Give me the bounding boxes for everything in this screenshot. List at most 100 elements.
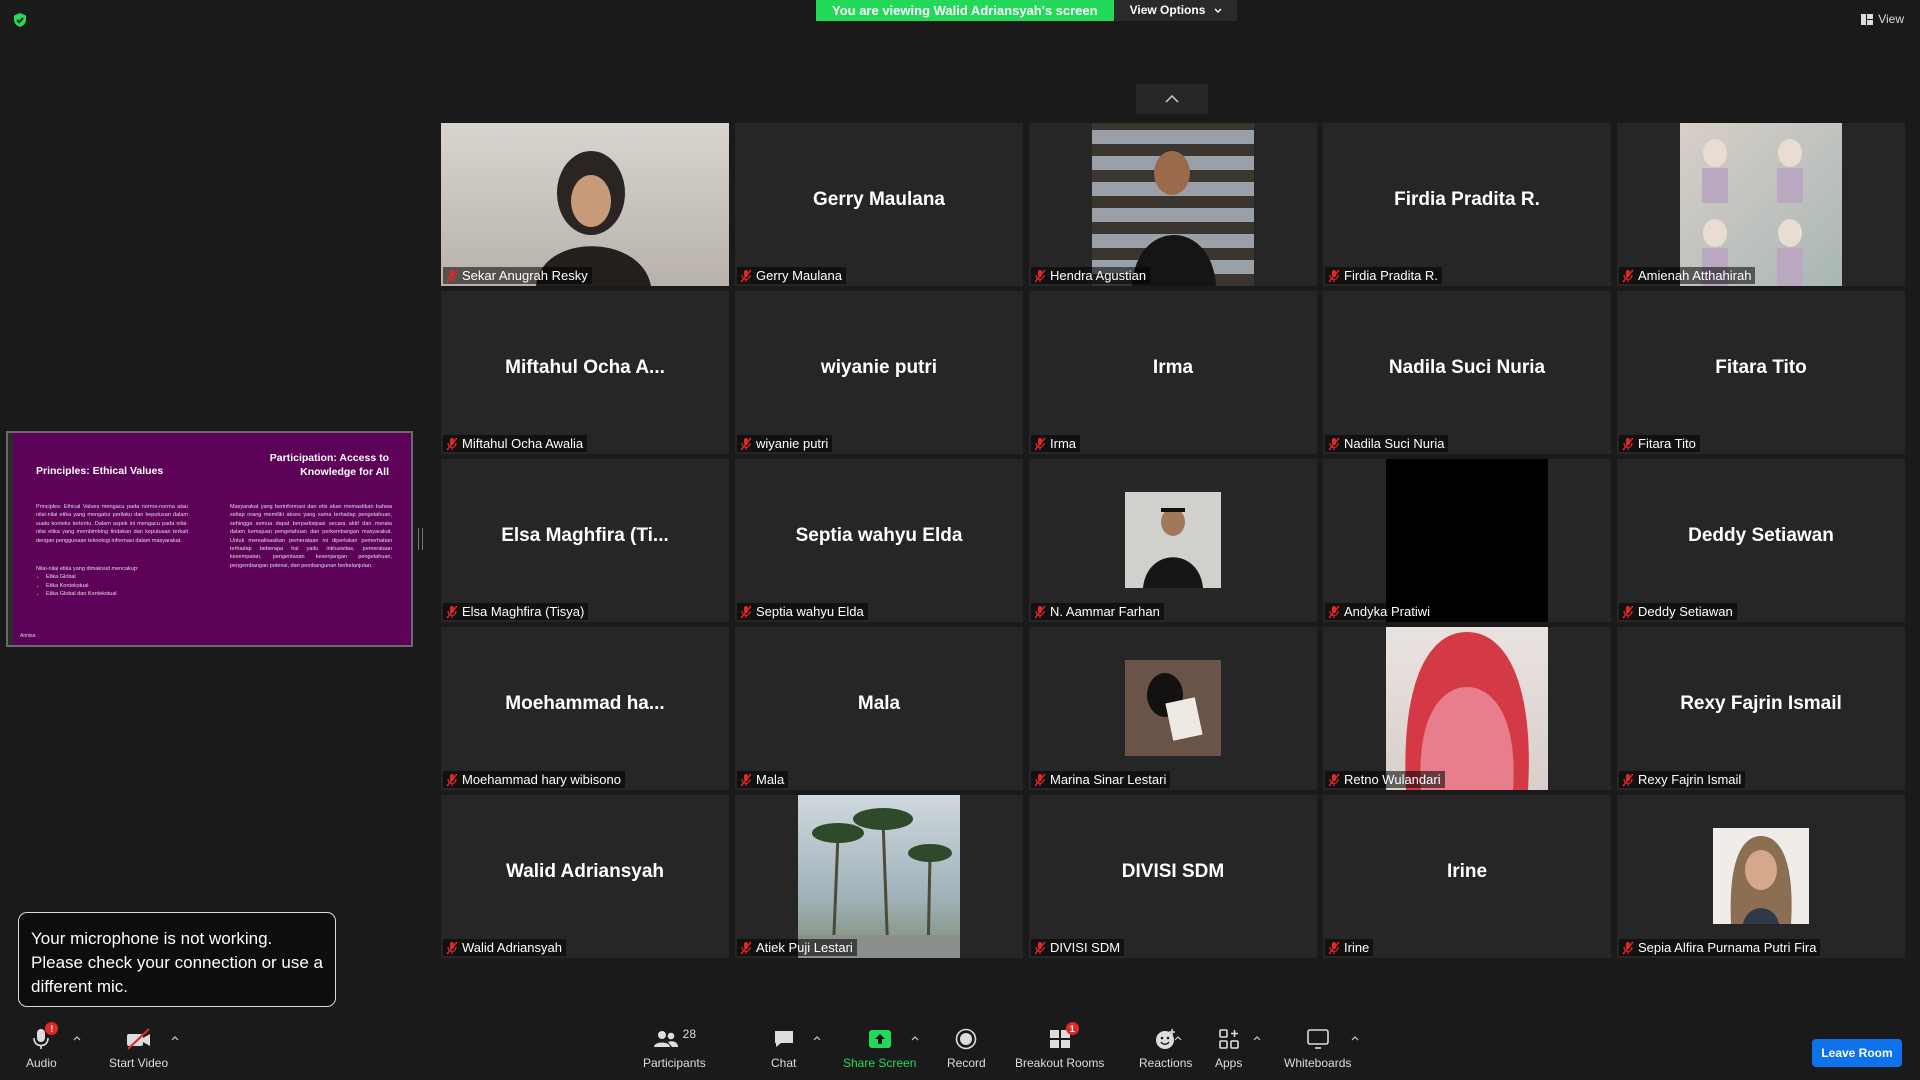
participant-tile[interactable]: Moehammad ha... Moehammad hary wibisono: [441, 627, 729, 790]
apps-options-caret-icon[interactable]: [1253, 1034, 1261, 1042]
participant-tile[interactable]: Fitara Tito Fitara Tito: [1617, 291, 1905, 454]
participant-tile[interactable]: DIVISI SDM DIVISI SDM: [1029, 795, 1317, 958]
view-button[interactable]: View: [1861, 12, 1904, 26]
participants-button[interactable]: 28 Participants: [643, 1026, 706, 1070]
whiteboards-button[interactable]: Whiteboards: [1284, 1026, 1351, 1070]
slide-footer: Annisa: [20, 633, 36, 639]
participant-name: Deddy Setiawan: [1638, 604, 1733, 619]
participant-name: Moehammad hary wibisono: [462, 772, 621, 787]
mic-muted-icon: [1328, 941, 1340, 954]
reactions-options-caret-icon[interactable]: [1174, 1034, 1182, 1042]
mic-muted-icon: [446, 269, 458, 282]
participants-label: Participants: [643, 1056, 706, 1070]
reactions-button[interactable]: Reactions: [1139, 1026, 1192, 1070]
panel-resize-handle[interactable]: [418, 528, 423, 550]
chat-button[interactable]: Chat: [771, 1026, 796, 1070]
participant-tile[interactable]: Gerry Maulana Gerry Maulana: [735, 123, 1023, 286]
leave-room-button[interactable]: Leave Room: [1812, 1039, 1902, 1067]
participant-name: Amienah Atthahirah: [1638, 268, 1752, 283]
video-off-icon: [126, 1028, 150, 1050]
participant-name: Elsa Maghfira (Tisya): [462, 604, 585, 619]
participant-tile[interactable]: Nadila Suci Nuria Nadila Suci Nuria: [1323, 291, 1611, 454]
mic-muted-icon: [1622, 605, 1634, 618]
audio-warning-badge: !: [45, 1022, 59, 1035]
audio-options-caret-icon[interactable]: [73, 1034, 81, 1042]
mic-warning-text: Your microphone is not working. Please c…: [31, 929, 324, 996]
participant-tile[interactable]: Miftahul Ocha A... Miftahul Ocha Awalia: [441, 291, 729, 454]
participant-name: Mala: [756, 772, 785, 787]
breakout-badge: 1: [1065, 1022, 1079, 1035]
chat-options-caret-icon[interactable]: [813, 1034, 821, 1042]
mic-muted-icon: [1328, 437, 1340, 450]
participant-tile[interactable]: Deddy Setiawan Deddy Setiawan: [1617, 459, 1905, 622]
share-options-caret-icon[interactable]: [911, 1034, 919, 1042]
apps-button[interactable]: Apps: [1215, 1026, 1242, 1070]
participant-video: [441, 123, 729, 286]
participant-name: Marina Sinar Lestari: [1050, 772, 1167, 787]
breakout-rooms-button[interactable]: 1 Breakout Rooms: [1015, 1022, 1104, 1070]
participant-tile[interactable]: Irma Irma: [1029, 291, 1317, 454]
participant-tile[interactable]: N. Aammar Farhan: [1029, 459, 1317, 622]
collapse-gallery-button[interactable]: [1136, 84, 1208, 114]
participant-tile[interactable]: Firdia Pradita R. Firdia Pradita R.: [1323, 123, 1611, 286]
record-label: Record: [947, 1056, 986, 1070]
mic-muted-icon: [446, 437, 458, 450]
participant-tile[interactable]: Amienah Atthahirah: [1617, 123, 1905, 286]
participant-name: Rexy Fajrin Ismail: [1638, 772, 1742, 787]
participant-video: [798, 795, 960, 958]
participant-tile[interactable]: Septia wahyu Elda Septia wahyu Elda: [735, 459, 1023, 622]
participant-name: Irine: [1344, 940, 1370, 955]
participant-tile[interactable]: Andyka Pratiwi: [1323, 459, 1611, 622]
participant-tile[interactable]: Hendra Agustian: [1029, 123, 1317, 286]
mic-muted-icon: [1034, 437, 1046, 450]
whiteboards-options-caret-icon[interactable]: [1351, 1034, 1359, 1042]
mic-muted-icon: [1622, 773, 1634, 786]
slide-left-list: Nilai-nilai etika yang dimaksud mencakup…: [36, 565, 188, 599]
participant-name-label: Septia wahyu Elda: [737, 603, 868, 620]
record-icon: [956, 1028, 977, 1050]
participant-tile[interactable]: Sekar Anugrah Resky: [441, 123, 729, 286]
participant-name-label: Moehammad hary wibisono: [443, 771, 625, 788]
participants-count: 28: [682, 1027, 697, 1041]
view-options-button[interactable]: View Options: [1113, 0, 1238, 21]
participant-name-display: Gerry Maulana: [813, 189, 945, 210]
participant-tile[interactable]: Elsa Maghfira (Ti... Elsa Maghfira (Tisya…: [441, 459, 729, 622]
participant-name-label: Marina Sinar Lestari: [1031, 771, 1171, 788]
participant-name: Atiek Puji Lestari: [756, 940, 853, 955]
video-options-caret-icon[interactable]: [171, 1034, 179, 1042]
slide-right-title: Participation: Access to Knowledge for A…: [269, 452, 389, 478]
participant-name-display: Fitara Tito: [1715, 357, 1807, 378]
audio-button[interactable]: ! Audio: [26, 1022, 59, 1070]
participant-tile[interactable]: Sepia Alfira Purnama Putri Fira: [1617, 795, 1905, 958]
participant-tile[interactable]: wiyanie putri wiyanie putri: [735, 291, 1023, 454]
share-screen-icon: [868, 1030, 891, 1048]
participant-tile[interactable]: Irine Irine: [1323, 795, 1611, 958]
shared-screen-view[interactable]: Principles: Ethical Values Participation…: [6, 431, 413, 647]
participant-name: DIVISI SDM: [1050, 940, 1121, 955]
participant-tile[interactable]: Atiek Puji Lestari: [735, 795, 1023, 958]
mic-muted-icon: [446, 941, 458, 954]
share-screen-button[interactable]: Share Screen: [843, 1026, 916, 1070]
participant-name-display: DIVISI SDM: [1121, 861, 1225, 882]
participant-name-label: Firdia Pradita R.: [1325, 267, 1442, 284]
mic-muted-icon: [1328, 605, 1340, 618]
whiteboard-icon: [1306, 1029, 1329, 1049]
participant-tile[interactable]: Retno Wulandari: [1323, 627, 1611, 790]
participant-name-label: Elsa Maghfira (Tisya): [443, 603, 589, 620]
participant-tile[interactable]: Rexy Fajrin Ismail Rexy Fajrin Ismail: [1617, 627, 1905, 790]
participant-tile[interactable]: Walid Adriansyah Walid Adriansyah: [441, 795, 729, 958]
apps-label: Apps: [1215, 1056, 1243, 1070]
mic-muted-icon: [446, 605, 458, 618]
record-button[interactable]: Record: [947, 1026, 986, 1070]
participant-name: Sekar Anugrah Resky: [462, 268, 588, 283]
mic-muted-icon: [1034, 773, 1046, 786]
participant-tile[interactable]: Mala Mala: [735, 627, 1023, 790]
participant-video: [1680, 123, 1842, 286]
participant-name-display: Moehammad ha...: [505, 693, 665, 714]
start-video-button[interactable]: Start Video: [109, 1026, 168, 1070]
security-shield-icon[interactable]: [12, 12, 28, 28]
chevron-down-icon: [1214, 8, 1222, 13]
participant-tile[interactable]: Marina Sinar Lestari: [1029, 627, 1317, 790]
chat-label: Chat: [771, 1056, 797, 1070]
participant-name-display: Irine: [1446, 861, 1488, 882]
